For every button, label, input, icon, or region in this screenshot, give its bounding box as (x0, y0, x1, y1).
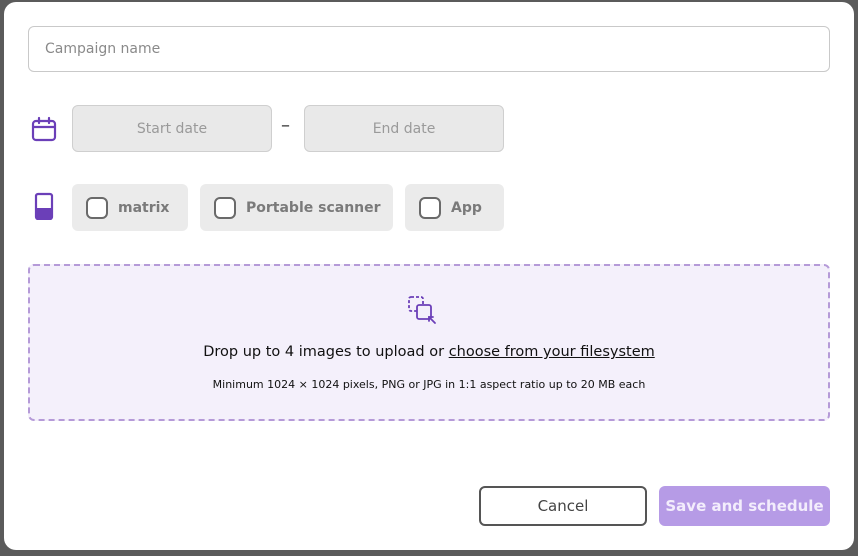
dropzone-main-text: Drop up to 4 images to upload or (203, 344, 449, 360)
device-option-label: matrix (118, 199, 170, 216)
upload-images-icon (408, 296, 436, 324)
matrix-checkbox[interactable] (86, 196, 108, 219)
end-date-input[interactable] (304, 105, 504, 152)
cancel-button[interactable]: Cancel (479, 486, 647, 526)
device-option-matrix[interactable]: matrix (72, 184, 188, 231)
device-option-app[interactable]: App (405, 184, 504, 231)
portable-scanner-checkbox[interactable] (214, 196, 236, 219)
device-option-label: Portable scanner (246, 199, 381, 216)
dropzone-instructions: Drop up to 4 images to upload or choose … (30, 344, 828, 360)
save-and-schedule-button[interactable]: Save and schedule (659, 486, 830, 526)
image-dropzone[interactable]: Drop up to 4 images to upload or choose … (28, 264, 830, 421)
app-checkbox[interactable] (419, 196, 441, 219)
device-option-label: App (451, 199, 482, 216)
dropzone-hint: Minimum 1024 × 1024 pixels, PNG or JPG i… (212, 378, 646, 391)
choose-file-link[interactable]: choose from your filesystem (449, 344, 655, 360)
device-option-portable-scanner[interactable]: Portable scanner (200, 184, 393, 231)
start-date-input[interactable] (72, 105, 272, 152)
date-separator: – (281, 115, 290, 136)
calendar-icon (31, 116, 57, 142)
phone-icon (34, 192, 54, 220)
campaign-name-input[interactable] (28, 26, 830, 72)
campaign-modal: – matrix Portable scanner App Drop up (4, 2, 854, 550)
